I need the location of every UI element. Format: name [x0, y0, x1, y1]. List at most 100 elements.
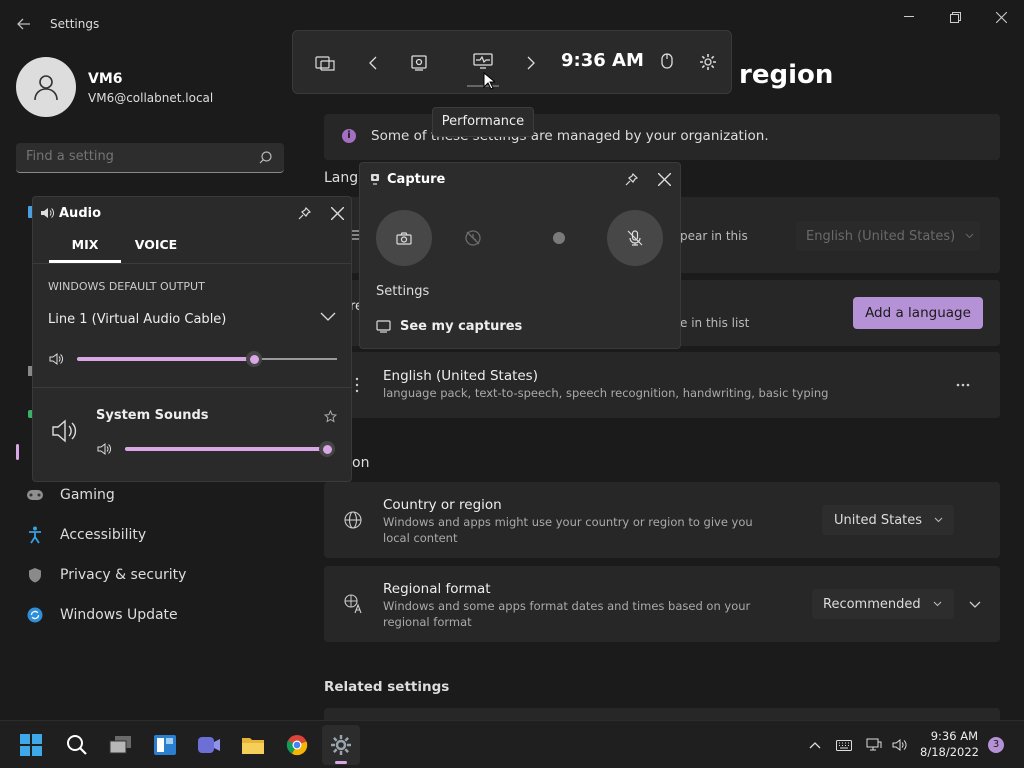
maximize-button[interactable]	[942, 8, 968, 26]
favorite-star-icon[interactable]	[324, 410, 337, 423]
drag-handle-icon[interactable]	[355, 377, 359, 393]
sidebar-item-gaming[interactable]: Gaming	[16, 480, 284, 510]
pin-icon	[625, 172, 638, 185]
search-input[interactable]	[26, 149, 246, 164]
more-icon	[956, 383, 970, 387]
more-options-button[interactable]	[948, 376, 978, 394]
teams-button[interactable]	[194, 731, 224, 759]
sidebar-item-privacy[interactable]: Privacy & security	[16, 560, 284, 590]
avatar[interactable]	[16, 57, 76, 117]
output-device-dropdown[interactable]: Line 1 (Virtual Audio Cable)	[48, 308, 340, 328]
chrome-button[interactable]	[282, 731, 312, 759]
add-language-button[interactable]: Add a language	[853, 297, 983, 329]
format-expand-button[interactable]	[964, 594, 986, 614]
tooltip-text: Performance	[441, 114, 525, 129]
format-dropdown[interactable]: Recommended	[812, 589, 954, 619]
capture-pin-button[interactable]	[622, 170, 640, 188]
capture-widget: Capture Settings See my captures	[359, 162, 681, 349]
language-item-english[interactable]: English (United States) language pack, t…	[324, 352, 1000, 418]
sidebar-item-accessibility[interactable]: Accessibility	[16, 520, 284, 550]
tab-mix[interactable]: MIX	[49, 231, 121, 263]
format-title: Regional format	[383, 581, 491, 597]
capture-icon	[411, 55, 427, 71]
capture-widget-button[interactable]	[404, 48, 434, 78]
audio-widget: Audio MIX VOICE WINDOWS DEFAULT OUTPUT L…	[32, 196, 352, 482]
master-volume-thumb[interactable]	[246, 351, 262, 367]
sidebar-item-label: Privacy & security	[60, 567, 187, 583]
taskbar: 9:36 AM 8/18/2022 3	[0, 720, 1024, 768]
gamebar-next-button[interactable]	[516, 48, 546, 78]
tab-mix-label: MIX	[71, 237, 99, 252]
back-arrow-icon	[17, 18, 30, 30]
close-button[interactable]	[988, 8, 1014, 26]
volume-icon	[49, 353, 63, 365]
taskbar-search-button[interactable]	[62, 731, 92, 759]
gamebar-prev-button[interactable]	[358, 48, 388, 78]
master-volume-fill	[77, 357, 254, 361]
see-captures-label: See my captures	[400, 319, 523, 334]
chevron-up-icon	[809, 741, 821, 748]
regional-format-icon	[344, 594, 362, 614]
record-icon	[553, 232, 565, 244]
capture-settings-link[interactable]: Settings	[376, 284, 429, 299]
settings-app-button[interactable]	[322, 725, 360, 765]
tab-voice[interactable]: VOICE	[129, 231, 183, 263]
globe-icon	[344, 511, 362, 529]
app-volume-slider[interactable]	[125, 441, 335, 457]
audio-title: Audio	[59, 206, 102, 221]
volume-tray-button[interactable]	[890, 735, 910, 755]
shield-icon	[29, 568, 41, 583]
taskbar-clock[interactable]: 9:36 AM 8/18/2022	[920, 729, 979, 759]
sidebar-item-windows-update[interactable]: Windows Update	[16, 600, 284, 630]
display-language-dropdown[interactable]: English (United States)	[796, 221, 980, 251]
master-volume-slider[interactable]	[77, 351, 337, 367]
chevron-down-icon	[969, 601, 981, 608]
country-dropdown[interactable]: United States	[822, 505, 954, 535]
screenshot-button[interactable]	[376, 210, 432, 266]
mic-toggle-button[interactable]	[607, 210, 663, 266]
back-button[interactable]	[12, 12, 36, 36]
country-region-card: Country or region Windows and apps might…	[324, 482, 1000, 558]
task-view-button[interactable]	[106, 731, 136, 759]
capture-close-button[interactable]	[655, 170, 673, 188]
country-value: United States	[834, 512, 923, 528]
start-button[interactable]	[16, 731, 46, 759]
chevron-down-icon	[934, 517, 943, 523]
taskbar-time: 9:36 AM	[930, 729, 978, 743]
org-notice: i Some of these settings are managed by …	[324, 114, 1000, 160]
minimize-button[interactable]	[896, 8, 922, 26]
audio-pin-button[interactable]	[295, 204, 313, 222]
folder-icon	[242, 738, 264, 754]
search-box[interactable]	[16, 143, 284, 173]
sidebar-selected-indicator	[16, 444, 19, 460]
see-captures-link[interactable]: See my captures	[376, 319, 522, 334]
network-tray-button[interactable]	[864, 735, 884, 755]
camera-icon	[396, 231, 412, 245]
widgets-button[interactable]	[150, 731, 180, 759]
mouse-icon	[661, 53, 673, 69]
audio-close-button[interactable]	[328, 204, 346, 222]
record-last-button[interactable]	[458, 223, 488, 253]
keyboard-tray-button[interactable]	[834, 735, 854, 755]
preferred-languages-desc-fragment: e in this list	[680, 316, 750, 330]
show-hidden-icons-button[interactable]	[806, 735, 824, 755]
sidebar-item-label: Gaming	[60, 487, 115, 503]
regional-format-card[interactable]: Regional format Windows and some apps fo…	[324, 566, 1000, 642]
file-explorer-button[interactable]	[238, 731, 268, 759]
language-item-title: English (United States)	[383, 368, 538, 384]
page-title: region	[739, 60, 834, 90]
mouse-settings-button[interactable]	[652, 46, 682, 76]
gamebar-settings-button[interactable]	[693, 47, 723, 77]
widget-menu-button[interactable]	[310, 48, 340, 78]
gear-icon	[331, 735, 351, 755]
taskbar-date: 8/18/2022	[920, 745, 979, 759]
related-settings-title: Related settings	[324, 679, 450, 695]
app-volume-thumb[interactable]	[319, 441, 335, 457]
gear-icon	[700, 54, 716, 70]
chevron-down-icon	[933, 601, 942, 607]
sidebar-item-label: Accessibility	[60, 527, 147, 543]
region-section-title: on	[352, 455, 370, 471]
start-recording-button[interactable]	[544, 223, 574, 253]
notification-badge[interactable]: 3	[988, 737, 1004, 753]
volume-icon	[97, 443, 111, 455]
